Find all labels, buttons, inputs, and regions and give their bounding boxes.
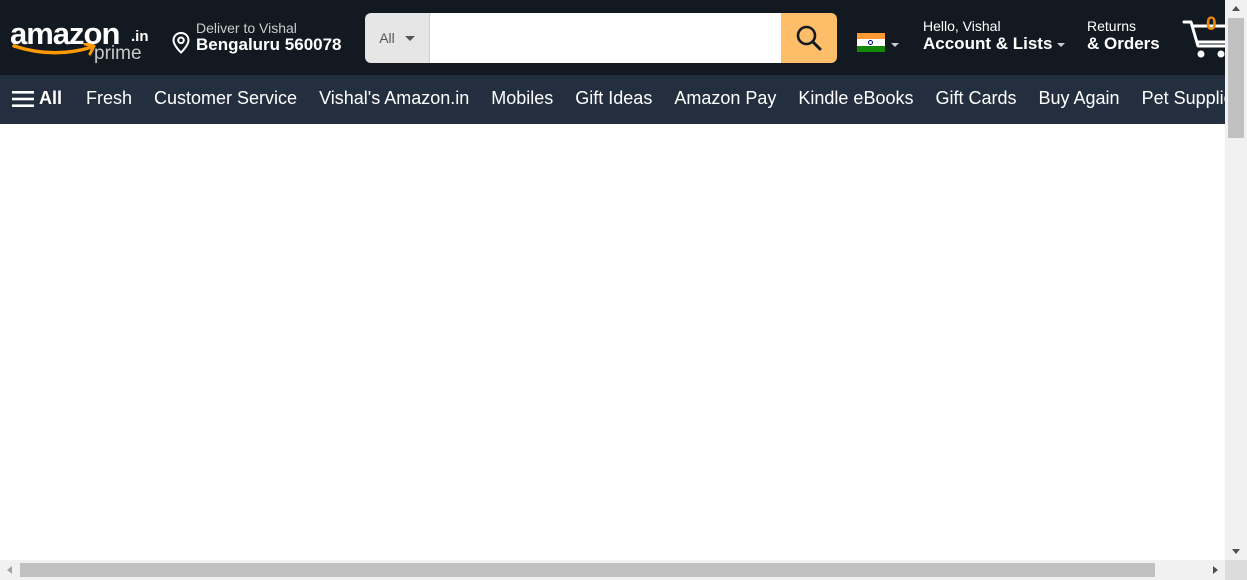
india-flag-icon [857, 33, 885, 52]
nav-link-kindle-ebooks[interactable]: Kindle eBooks [798, 88, 913, 109]
smile-arrow-icon [12, 43, 96, 56]
nav-links: Fresh Customer Service Vishal's Amazon.i… [86, 88, 1225, 109]
chevron-down-icon [1057, 42, 1066, 47]
scroll-up-arrow-icon[interactable] [1232, 6, 1240, 11]
location-pin-icon [172, 32, 190, 54]
browser-viewport: amazon .in prime Deliver to Vishal Benga… [0, 0, 1225, 560]
main-navbar: All Fresh Customer Service Vishal's Amaz… [0, 75, 1225, 124]
all-menu-label: All [39, 88, 63, 108]
account-and-lists[interactable]: Hello, Vishal Account & Lists [923, 18, 1073, 60]
search-button[interactable] [781, 13, 837, 63]
returns-label: Returns [1087, 18, 1137, 34]
scroll-right-arrow-icon[interactable] [1213, 566, 1218, 574]
vertical-scrollbar[interactable] [1225, 0, 1247, 560]
logo-prime: prime [94, 43, 142, 64]
deliver-line1: Deliver to Vishal [196, 20, 297, 36]
search-category-label: All [379, 30, 395, 46]
search-category-dropdown[interactable]: All [365, 13, 430, 63]
amazon-logo[interactable]: amazon .in prime [8, 12, 158, 68]
nav-link-buy-again[interactable]: Buy Again [1039, 88, 1120, 109]
nav-link-gift-cards[interactable]: Gift Cards [935, 88, 1016, 109]
cart-count: 0 [1206, 14, 1217, 35]
search-icon [796, 25, 822, 51]
cart-button[interactable]: 0 [1182, 12, 1225, 62]
language-selector[interactable] [857, 33, 907, 53]
page-content [0, 124, 1225, 560]
nav-link-gift-ideas[interactable]: Gift Ideas [575, 88, 652, 109]
scrollbar-corner [1225, 560, 1247, 580]
nav-link-fresh[interactable]: Fresh [86, 88, 132, 109]
cart-icon [1182, 20, 1225, 58]
hamburger-menu-icon [12, 90, 34, 107]
chevron-down-icon [891, 43, 899, 47]
scroll-left-arrow-icon[interactable] [7, 566, 12, 574]
nav-link-customer-service[interactable]: Customer Service [154, 88, 297, 109]
horizontal-scrollbar[interactable] [0, 560, 1225, 580]
vertical-scroll-thumb[interactable] [1228, 18, 1244, 138]
nav-link-my-amazon[interactable]: Vishal's Amazon.in [319, 88, 469, 109]
nav-link-mobiles[interactable]: Mobiles [491, 88, 553, 109]
deliver-location: Bengaluru 560078 [196, 35, 342, 54]
search-bar: All [365, 13, 837, 63]
all-menu-button[interactable]: All [12, 88, 62, 109]
nav-link-pet-supplies[interactable]: Pet Supplies [1142, 88, 1225, 109]
nav-link-amazon-pay[interactable]: Amazon Pay [674, 88, 776, 109]
deliver-to[interactable]: Deliver to Vishal Bengaluru 560078 [172, 18, 357, 60]
returns-and-orders[interactable]: Returns & Orders [1087, 18, 1177, 60]
scroll-down-arrow-icon[interactable] [1232, 549, 1240, 554]
horizontal-scroll-thumb[interactable] [20, 563, 1155, 577]
search-input[interactable] [430, 13, 781, 63]
account-label: Account & Lists [923, 34, 1053, 53]
chevron-down-icon [404, 35, 415, 41]
orders-label: & Orders [1087, 34, 1160, 53]
account-greeting: Hello, Vishal [923, 18, 1001, 34]
top-navbar: amazon .in prime Deliver to Vishal Benga… [0, 0, 1225, 75]
